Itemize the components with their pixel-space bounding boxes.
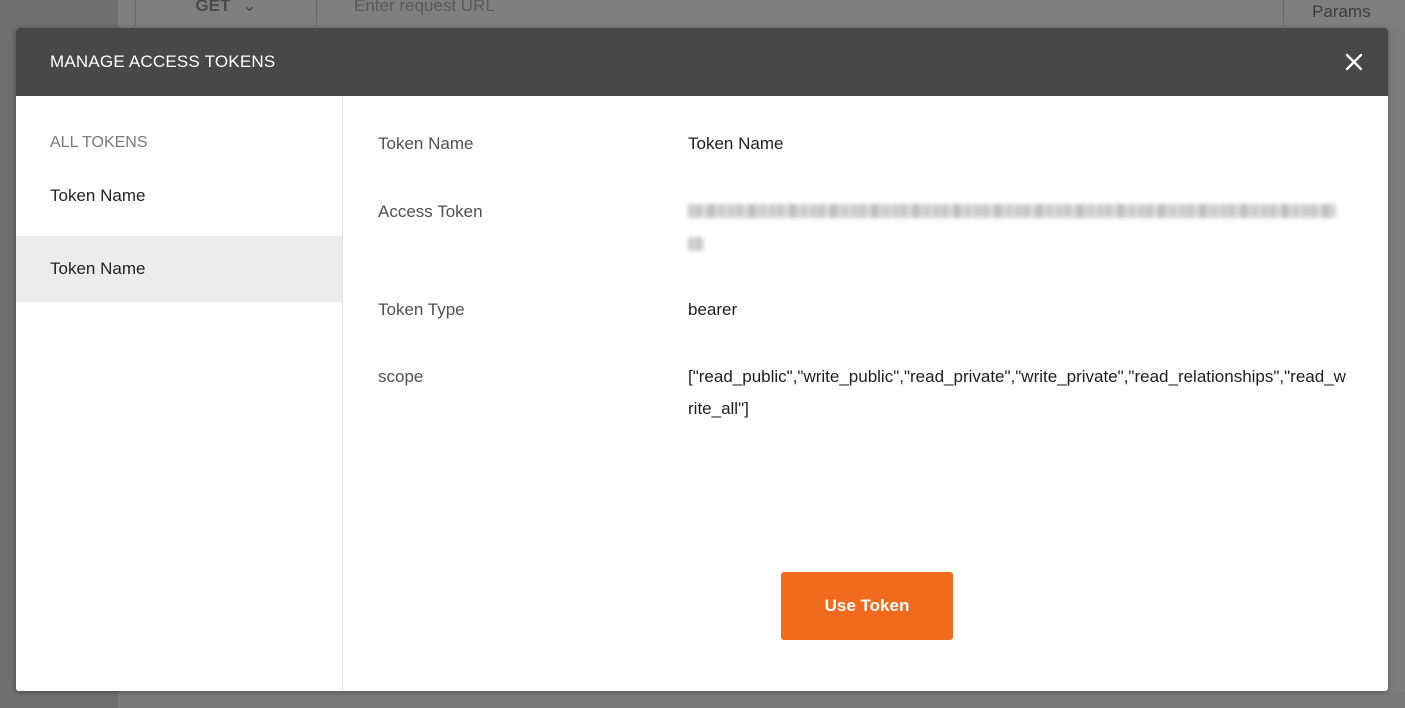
token-list-item[interactable]: Token Name [16,170,342,236]
redacted-text-line [688,204,1336,218]
app-footer-dimmed [118,692,1405,708]
chevron-down-icon: ⌄ [242,0,257,15]
token-list-item-label: Token Name [50,259,146,278]
access-token-label: Access Token [378,202,483,221]
redacted-text-line [688,237,704,251]
close-button[interactable] [1340,48,1368,76]
manage-access-tokens-modal: MANAGE ACCESS TOKENS ALL TOKENS Token Na… [16,28,1388,691]
token-type-value: bearer [688,300,738,319]
use-token-button[interactable]: Use Token [781,572,953,640]
token-list-sidebar: ALL TOKENS Token Name Token Name [16,96,343,691]
modal-header: MANAGE ACCESS TOKENS [16,28,1388,96]
token-type-label: Token Type [378,300,465,319]
scope-value: ["read_public","write_public","read_priv… [688,367,1346,418]
close-icon [1345,53,1363,71]
all-tokens-heading: ALL TOKENS [50,134,148,151]
modal-title: MANAGE ACCESS TOKENS [50,52,276,71]
access-token-value-redacted [688,200,1340,260]
token-list-item-selected[interactable]: Token Name [16,236,342,302]
scope-label: scope [378,367,424,386]
token-name-value: Token Name [688,134,784,153]
token-details-panel: Token Name Token Name Access Token Token… [343,96,1388,691]
token-list-item-label: Token Name [50,186,146,205]
method-label: GET [195,0,231,15]
method-select-dimmed: GET ⌄ [135,0,317,26]
url-input-dimmed: Enter request URL [354,0,495,15]
params-button-dimmed: Params [1283,0,1405,26]
token-name-label: Token Name [378,134,474,153]
